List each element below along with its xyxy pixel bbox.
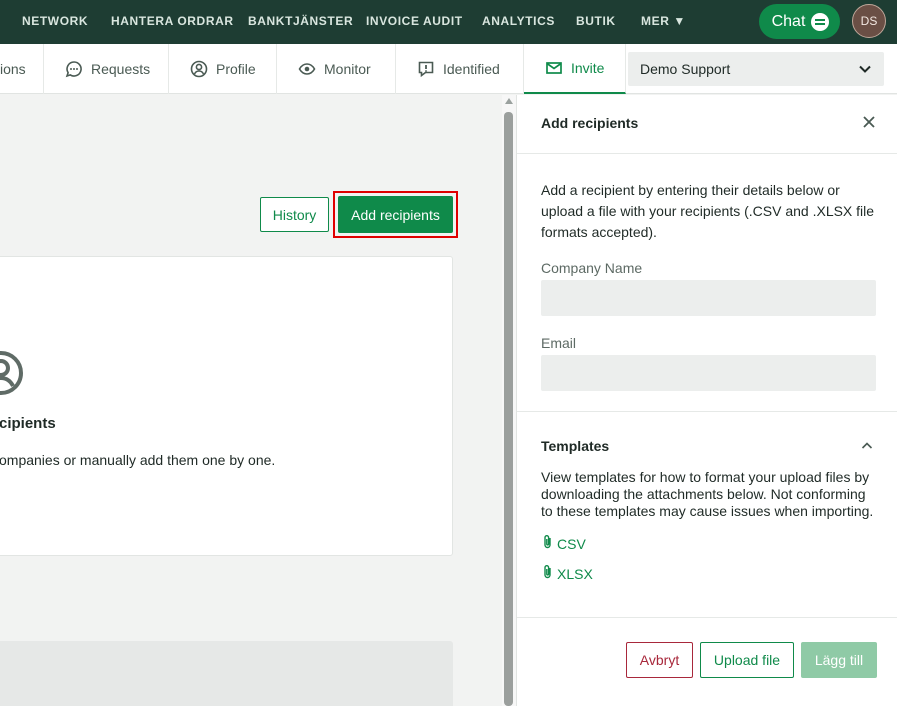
add-recipients-panel: Add recipients Add a recipient by enteri…: [516, 95, 897, 706]
alert-square-icon: [417, 60, 435, 78]
empty-state-title: cipients: [0, 415, 56, 432]
chat-label: Chat: [771, 12, 806, 30]
main-content: History Add recipients cipients ompanies…: [0, 95, 502, 706]
divider: [517, 411, 897, 412]
empty-state-description: ompanies or manually add them one by one…: [0, 452, 276, 468]
tab-label: Monitor: [324, 61, 371, 77]
account-select[interactable]: Demo Support: [628, 52, 884, 86]
add-button[interactable]: Lägg till: [801, 642, 877, 678]
chat-button[interactable]: Chat: [759, 4, 840, 39]
paperclip-icon: [541, 564, 555, 583]
chevron-down-icon: [858, 62, 872, 79]
cancel-button[interactable]: Avbryt: [626, 642, 693, 678]
nav-butik[interactable]: BUTIK: [576, 14, 616, 28]
templates-description: View templates for how to format your up…: [541, 469, 874, 519]
tab-label: Profile: [216, 61, 256, 77]
tab-label: ions: [0, 61, 26, 77]
tab-label: Identified: [443, 61, 500, 77]
company-name-label: Company Name: [541, 260, 643, 276]
secondary-card: [0, 641, 453, 706]
divider: [517, 617, 897, 618]
xlsx-template-link[interactable]: XLSX: [541, 564, 593, 583]
tab-partial[interactable]: ions: [0, 44, 44, 94]
top-navigation: NETWORK HANTERA ORDRAR BANKTJÄNSTER INVO…: [0, 0, 897, 44]
tab-profile[interactable]: Profile: [169, 44, 277, 94]
nav-analytics[interactable]: ANALYTICS: [482, 14, 555, 28]
tab-requests[interactable]: Requests: [44, 44, 169, 94]
nav-hantera-ordrar[interactable]: HANTERA ORDRAR: [111, 14, 234, 28]
account-select-value: Demo Support: [640, 61, 731, 77]
empty-state-card: cipients ompanies or manually add them o…: [0, 256, 453, 556]
upload-file-button[interactable]: Upload file: [700, 642, 794, 678]
company-name-input[interactable]: [541, 280, 876, 316]
panel-title: Add recipients: [541, 115, 639, 131]
nav-more[interactable]: MER ▼: [641, 14, 686, 28]
scrollbar-thumb[interactable]: [504, 112, 513, 706]
chat-bubble-icon: [811, 12, 830, 31]
panel-description: Add a recipient by entering their detail…: [541, 182, 875, 240]
email-input[interactable]: [541, 355, 876, 391]
csv-template-link[interactable]: CSV: [541, 534, 586, 553]
close-icon[interactable]: [862, 115, 876, 134]
eye-icon: [298, 60, 316, 78]
divider: [517, 153, 897, 154]
user-circle-icon: [190, 60, 208, 78]
chat-dots-icon: [65, 60, 83, 78]
email-label: Email: [541, 335, 577, 351]
history-button[interactable]: History: [260, 197, 329, 232]
nav-invoice-audit[interactable]: INVOICE AUDIT: [366, 14, 463, 28]
templates-title[interactable]: Templates: [541, 438, 609, 454]
chevron-up-icon[interactable]: [861, 439, 873, 457]
tab-invite[interactable]: Invite: [524, 44, 626, 94]
tab-label: Requests: [91, 61, 151, 77]
scroll-up-arrow-icon[interactable]: [505, 98, 513, 104]
nav-banktjanster[interactable]: BANKTJÄNSTER: [248, 14, 353, 28]
tab-identified[interactable]: Identified: [396, 44, 524, 94]
csv-link-label: CSV: [557, 535, 586, 552]
xlsx-link-label: XLSX: [557, 565, 593, 582]
avatar[interactable]: DS: [852, 4, 886, 38]
envelope-icon: [545, 59, 563, 77]
nav-network[interactable]: NETWORK: [22, 14, 88, 28]
paperclip-icon: [541, 534, 555, 553]
user-circle-icon: [0, 349, 25, 402]
tab-monitor[interactable]: Monitor: [277, 44, 396, 94]
add-recipients-button[interactable]: Add recipients: [338, 196, 453, 233]
tab-label: Invite: [571, 60, 605, 76]
